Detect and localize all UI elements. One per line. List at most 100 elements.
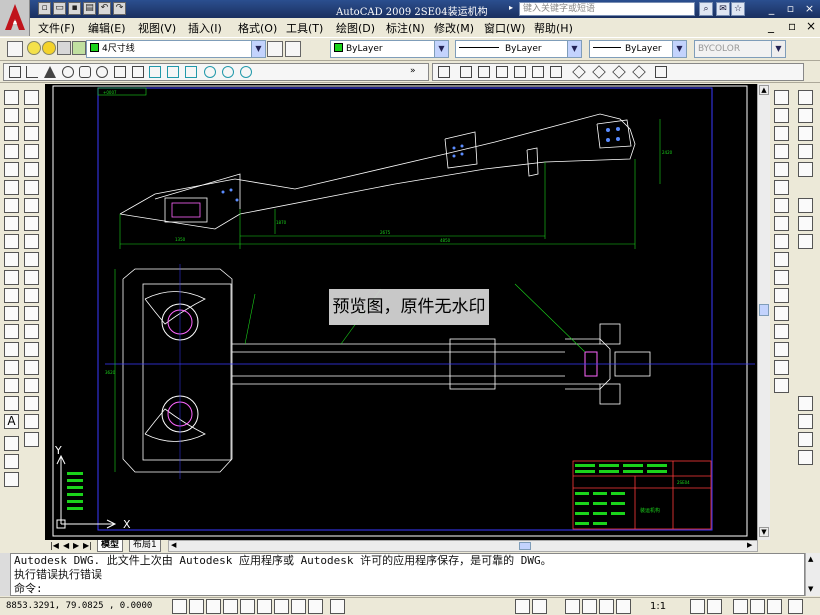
make-current-layer-icon[interactable] — [267, 41, 283, 57]
dimcontinue-icon[interactable] — [24, 270, 39, 285]
send-under-icon[interactable] — [798, 162, 813, 177]
menu-tools[interactable]: 工具(T) — [286, 20, 323, 36]
se-iso-icon[interactable] — [592, 65, 606, 79]
open-icon[interactable]: ▭ — [53, 2, 66, 15]
break-at-point-icon[interactable] — [774, 288, 789, 303]
insert-block-icon[interactable] — [4, 288, 19, 303]
top-view-icon[interactable] — [460, 66, 472, 78]
dimlinear-icon[interactable] — [24, 90, 39, 105]
model-space-icon[interactable] — [515, 599, 530, 614]
menu-help[interactable]: 帮助(H) — [534, 20, 573, 36]
polyline-icon[interactable] — [4, 126, 19, 141]
dimaligned-icon[interactable] — [24, 108, 39, 123]
nw-iso-icon[interactable] — [632, 65, 646, 79]
dimradius-icon[interactable] — [24, 162, 39, 177]
dimordinate-icon[interactable] — [24, 144, 39, 159]
torus-icon[interactable] — [96, 66, 108, 78]
color-dropdown[interactable]: ByLayer ▼ — [330, 40, 449, 58]
dimbreak-icon[interactable] — [24, 306, 39, 321]
command-prompt[interactable]: 命令: — [11, 582, 804, 596]
save-icon[interactable]: ▪ — [68, 2, 81, 15]
ellipse-arc-icon[interactable] — [4, 270, 19, 285]
horizontal-scroll-thumb[interactable] — [519, 542, 531, 550]
pan-icon[interactable] — [4, 436, 19, 451]
chamfer-icon[interactable] — [774, 342, 789, 357]
close-window-button[interactable]: × — [802, 1, 817, 16]
linetype-dropdown[interactable]: ByLayer ▼ — [455, 40, 582, 58]
array-icon[interactable] — [774, 162, 789, 177]
mirror-icon[interactable] — [774, 126, 789, 141]
union-icon[interactable] — [204, 66, 216, 78]
left-view-icon[interactable] — [496, 66, 508, 78]
annotation-scale[interactable]: 1:1 — [650, 601, 666, 612]
autocad-logo[interactable] — [0, 0, 30, 36]
layer-previous-icon[interactable] — [285, 41, 301, 57]
undo-icon[interactable]: ↶ — [98, 2, 111, 15]
zoom-icon[interactable] — [582, 599, 597, 614]
sw-iso-icon[interactable] — [572, 65, 586, 79]
clean-screen-icon[interactable] — [788, 599, 803, 614]
steering-wheel-icon[interactable] — [599, 599, 614, 614]
menu-view[interactable]: 视图(V) — [138, 20, 176, 36]
bottom-view-icon[interactable] — [478, 66, 490, 78]
hatch-back-icon[interactable] — [798, 234, 813, 249]
dimjogged-icon[interactable] — [24, 180, 39, 195]
layer-state-icon[interactable] — [798, 396, 813, 411]
pyramid-icon[interactable] — [114, 66, 126, 78]
toolbar-overflow-icon[interactable]: » — [410, 66, 416, 76]
command-window[interactable]: Autodesk DWG. 此文件上次由 Autodesk 应用程序或 Auto… — [10, 553, 805, 596]
new-icon[interactable]: ▫ — [38, 2, 51, 15]
ellipse-icon[interactable] — [4, 252, 19, 267]
table-icon[interactable] — [4, 396, 19, 411]
hatch-icon[interactable] — [4, 342, 19, 357]
layer-properties-icon[interactable] — [7, 41, 23, 57]
ne-iso-icon[interactable] — [612, 65, 626, 79]
layer-dropdown[interactable]: 4尺寸线 ▼ — [86, 40, 266, 58]
coordinate-readout[interactable]: 8853.3291, 79.0825 , 0.0000 — [6, 601, 152, 611]
rectangle-icon[interactable] — [4, 162, 19, 177]
scroll-left-icon[interactable]: ◀ — [171, 541, 176, 549]
dimangular-icon[interactable] — [24, 216, 39, 231]
region-icon[interactable] — [4, 378, 19, 393]
menu-format[interactable]: 格式(O) — [238, 20, 277, 36]
cylinder-icon[interactable] — [79, 66, 91, 78]
doc-minimize-button[interactable]: _ — [768, 19, 774, 33]
text-front-icon[interactable] — [798, 198, 813, 213]
scroll-down-icon[interactable]: ▼ — [808, 585, 813, 593]
scale-icon[interactable] — [774, 216, 789, 231]
cone-icon[interactable] — [44, 66, 56, 78]
vertical-scroll-thumb[interactable] — [759, 304, 769, 316]
snap-mode-icon[interactable] — [172, 599, 187, 614]
dimbaseline-icon[interactable] — [24, 252, 39, 267]
dim-front-icon[interactable] — [798, 216, 813, 231]
menu-window[interactable]: 窗口(W) — [484, 20, 525, 36]
dimtedit-icon[interactable] — [24, 414, 39, 429]
minimize-window-button[interactable]: _ — [764, 1, 779, 16]
menu-file[interactable]: 文件(F) — [38, 20, 75, 36]
offset-icon[interactable] — [774, 144, 789, 159]
mtext-icon[interactable]: A — [4, 414, 19, 429]
redo-icon[interactable]: ↷ — [113, 2, 126, 15]
intersect-icon[interactable] — [240, 66, 252, 78]
dimstyle-icon[interactable] — [24, 432, 39, 447]
first-tab-icon[interactable]: |◀ — [50, 541, 59, 550]
move-icon[interactable] — [774, 180, 789, 195]
gradient-icon[interactable] — [4, 360, 19, 375]
sphere-icon[interactable] — [62, 66, 74, 78]
help-search-input[interactable]: 键入关键字或短语 — [519, 2, 695, 16]
vertical-scrollbar[interactable]: ▲ ▼ — [757, 84, 770, 540]
layer-isolate-icon[interactable] — [798, 432, 813, 447]
prev-tab-icon[interactable]: ◀ — [63, 541, 69, 550]
dimdiameter-icon[interactable] — [24, 198, 39, 213]
extend-icon[interactable] — [774, 270, 789, 285]
doc-restore-button[interactable]: ▫ — [788, 19, 796, 33]
jogged-linear-icon[interactable] — [24, 378, 39, 393]
front-view-icon[interactable] — [532, 66, 544, 78]
layout-icon[interactable] — [532, 599, 547, 614]
scroll-up-icon[interactable]: ▲ — [808, 555, 813, 563]
menu-edit[interactable]: 编辑(E) — [88, 20, 126, 36]
lineweight-dropdown[interactable]: ByLayer ▼ — [589, 40, 687, 58]
grid-display-icon[interactable] — [189, 599, 204, 614]
trim-icon[interactable] — [774, 252, 789, 267]
fillet-icon[interactable] — [774, 360, 789, 375]
